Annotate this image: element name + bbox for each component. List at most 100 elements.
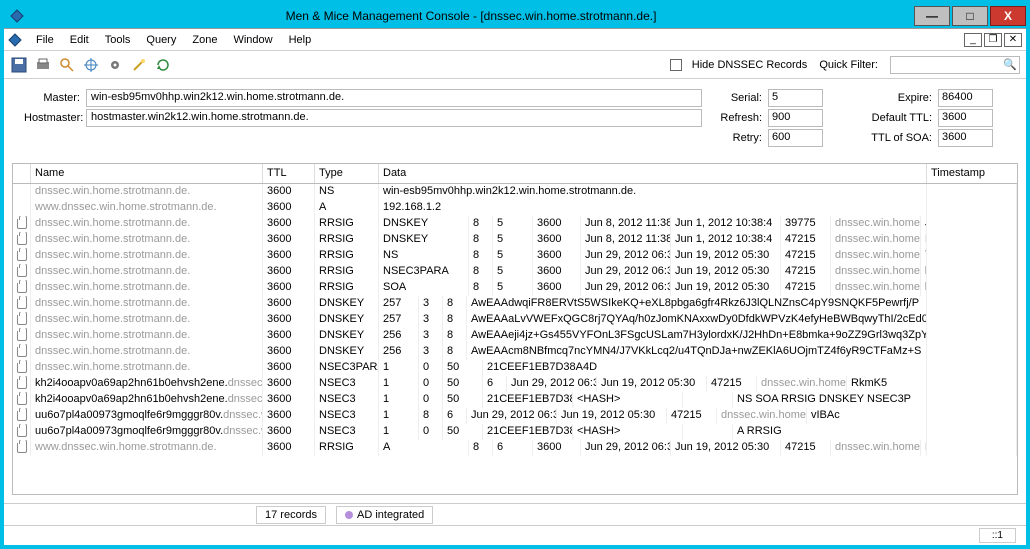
lock-cell <box>13 360 31 376</box>
ttl-cell: 3600 <box>263 248 315 264</box>
refresh-icon[interactable] <box>154 56 172 74</box>
name-cell: dnssec.win.home.strotmann.de. <box>31 216 263 232</box>
table-row[interactable]: dnssec.win.home.strotmann.de.3600DNSKEY2… <box>13 296 1017 312</box>
refresh-field[interactable]: 900 <box>768 109 823 127</box>
retry-field[interactable]: 600 <box>768 129 823 147</box>
target-icon[interactable] <box>82 56 100 74</box>
table-row[interactable]: dnssec.win.home.strotmann.de.3600RRSIGNS… <box>13 264 1017 280</box>
name-cell: dnssec.win.home.strotmann.de. <box>31 312 263 328</box>
name-cell: dnssec.win.home.strotmann.de. <box>31 184 263 200</box>
name-cell: dnssec.win.home.strotmann.de. <box>31 248 263 264</box>
type-cell: NSEC3 <box>315 376 379 392</box>
titlebar[interactable]: Men & Mice Management Console - [dnssec.… <box>4 4 1026 28</box>
lock-icon <box>17 299 27 309</box>
mdi-close-button[interactable]: ✕ <box>1004 33 1022 47</box>
table-row[interactable]: dnssec.win.home.strotmann.de.3600NSEC3PA… <box>13 360 1017 376</box>
window-minimize-button[interactable]: — <box>914 6 950 26</box>
lock-icon <box>17 427 27 437</box>
menu-zone[interactable]: Zone <box>184 32 225 48</box>
table-row[interactable]: dnssec.win.home.strotmann.de.3600RRSIGDN… <box>13 232 1017 248</box>
hostmaster-field[interactable]: hostmaster.win2k12.win.home.strotmann.de… <box>86 109 702 127</box>
menu-file[interactable]: File <box>28 32 62 48</box>
table-row[interactable]: dnssec.win.home.strotmann.de.3600NSwin-e… <box>13 184 1017 200</box>
lock-cell <box>13 344 31 360</box>
timestamp-cell <box>927 248 1017 264</box>
lock-icon <box>17 251 27 261</box>
table-row[interactable]: uu6o7pl4a00973gmoqlfe6r9mgggr80v.dnssec.… <box>13 408 1017 424</box>
col-type-header[interactable]: Type <box>315 164 379 183</box>
gear-icon[interactable] <box>106 56 124 74</box>
master-field[interactable]: win-esb95mv0hhp.win2k12.win.home.strotma… <box>86 89 702 107</box>
col-timestamp-header[interactable]: Timestamp <box>927 164 1017 183</box>
table-row[interactable]: kh2i4ooapv0a69ap2hn61b0ehvsh2ene.dnssec.… <box>13 392 1017 408</box>
quick-filter-input[interactable]: 🔍 <box>890 56 1020 74</box>
mdi-minimize-button[interactable]: _ <box>964 33 982 47</box>
col-lock-header[interactable] <box>13 164 31 183</box>
table-row[interactable]: dnssec.win.home.strotmann.de.3600RRSIGNS… <box>13 248 1017 264</box>
connection-status: ::1 <box>979 528 1016 543</box>
data-cell: 192.168.1.2 <box>379 200 927 216</box>
hide-dnssec-label: Hide DNSSEC Records <box>692 59 808 71</box>
table-row[interactable]: dnssec.win.home.strotmann.de.3600DNSKEY2… <box>13 344 1017 360</box>
data-cell: 105021CEEF1EB7D38<HASH>NS SOA RRSIG DNSK… <box>379 392 927 408</box>
menu-help[interactable]: Help <box>281 32 320 48</box>
name-cell: uu6o7pl4a00973gmoqlfe6r9mgggr80v.dnssec.… <box>31 408 263 424</box>
search-icon[interactable] <box>58 56 76 74</box>
data-cell: 105021CEEF1EB7D38A4D <box>379 360 927 376</box>
table-row[interactable]: uu6o7pl4a00973gmoqlfe6r9mgggr80v.dnssec.… <box>13 424 1017 440</box>
timestamp-cell <box>927 440 1017 456</box>
menu-window[interactable]: Window <box>225 32 280 48</box>
window-maximize-button[interactable]: □ <box>952 6 988 26</box>
default-ttl-label: Default TTL: <box>866 112 938 124</box>
print-icon[interactable] <box>34 56 52 74</box>
mdi-system-icon[interactable] <box>8 33 22 47</box>
table-row[interactable]: kh2i4ooapv0a69ap2hn61b0ehvsh2ene.dnssec.… <box>13 376 1017 392</box>
timestamp-cell <box>927 424 1017 440</box>
lock-cell <box>13 408 31 424</box>
wand-icon[interactable] <box>130 56 148 74</box>
name-cell: dnssec.win.home.strotmann.de. <box>31 328 263 344</box>
data-cell: 25638AwEAAcm8NBfmcq7ncYMN4/J7VKkLcq2/u4T… <box>379 344 927 360</box>
col-ttl-header[interactable]: TTL <box>263 164 315 183</box>
table-row[interactable]: dnssec.win.home.strotmann.de.3600RRSIGSO… <box>13 280 1017 296</box>
table-header: Name TTL Type Data Timestamp <box>13 164 1017 184</box>
table-row[interactable]: dnssec.win.home.strotmann.de.3600DNSKEY2… <box>13 328 1017 344</box>
table-row[interactable]: dnssec.win.home.strotmann.de.3600RRSIGDN… <box>13 216 1017 232</box>
refresh-label: Refresh: <box>718 112 768 124</box>
default-ttl-field[interactable]: 3600 <box>938 109 993 127</box>
lock-icon <box>17 235 27 245</box>
menu-query[interactable]: Query <box>138 32 184 48</box>
table-row[interactable]: dnssec.win.home.strotmann.de.3600DNSKEY2… <box>13 312 1017 328</box>
col-name-header[interactable]: Name <box>31 164 263 183</box>
toolbar: Hide DNSSEC Records Quick Filter: 🔍 <box>4 51 1026 79</box>
table-row[interactable]: www.dnssec.win.home.strotmann.de.3600RRS… <box>13 440 1017 456</box>
ttl-cell: 3600 <box>263 264 315 280</box>
data-cell: DNSKEY853600Jun 8, 2012 11:38:4Jun 1, 20… <box>379 216 927 232</box>
quick-filter-search-icon: 🔍 <box>1003 58 1017 71</box>
menu-tools[interactable]: Tools <box>97 32 139 48</box>
lock-cell <box>13 424 31 440</box>
ttl-soa-field[interactable]: 3600 <box>938 129 993 147</box>
data-cell: DNSKEY853600Jun 8, 2012 11:38:4Jun 1, 20… <box>379 232 927 248</box>
type-cell: RRSIG <box>315 216 379 232</box>
type-cell: RRSIG <box>315 264 379 280</box>
menu-edit[interactable]: Edit <box>62 32 97 48</box>
table-row[interactable]: www.dnssec.win.home.strotmann.de.3600A19… <box>13 200 1017 216</box>
save-icon[interactable] <box>10 56 28 74</box>
serial-field[interactable]: 5 <box>768 89 823 107</box>
ttl-cell: 3600 <box>263 328 315 344</box>
lock-cell <box>13 296 31 312</box>
hide-dnssec-checkbox[interactable] <box>670 59 682 71</box>
col-data-header[interactable]: Data <box>379 164 927 183</box>
timestamp-cell <box>927 280 1017 296</box>
retry-label: Retry: <box>718 132 768 144</box>
type-cell: NS <box>315 184 379 200</box>
expire-field[interactable]: 86400 <box>938 89 993 107</box>
mdi-restore-button[interactable]: ❐ <box>984 33 1002 47</box>
window-close-button[interactable]: X <box>990 6 1026 26</box>
timestamp-cell <box>927 376 1017 392</box>
window-title: Men & Mice Management Console - [dnssec.… <box>30 9 912 23</box>
records-table: Name TTL Type Data Timestamp dnssec.win.… <box>12 163 1018 495</box>
ttl-cell: 3600 <box>263 376 315 392</box>
data-cell: 25638AwEAAeji4jz+Gs455VYFOnL3FSgcUSLam7H… <box>379 328 927 344</box>
